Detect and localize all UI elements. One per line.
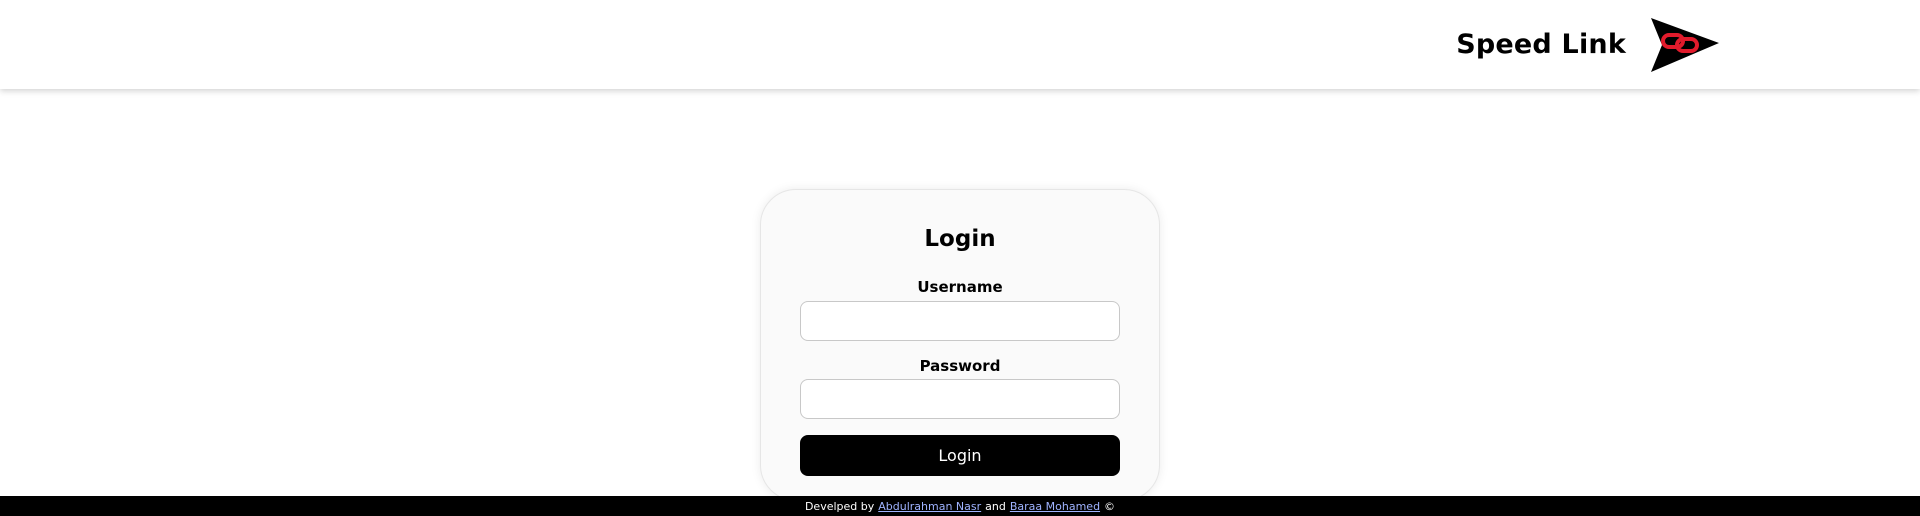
password-label: Password <box>919 357 1001 375</box>
author-link-abdulrahman[interactable]: Abdulrahman Nasr <box>878 500 981 513</box>
footer: Develped by Abdulrahman Nasr and Baraa M… <box>0 496 1920 516</box>
top-header: Speed Link <box>0 0 1920 89</box>
login-title: Login <box>924 226 996 252</box>
arrow-chain-link-icon <box>1651 17 1719 72</box>
brand[interactable]: Speed Link <box>1456 0 1720 89</box>
footer-connector: and <box>985 499 1006 513</box>
password-input[interactable] <box>800 379 1120 419</box>
login-card: Login Username Password Login <box>760 189 1160 501</box>
brand-name: Speed Link <box>1456 29 1626 60</box>
login-button[interactable]: Login <box>800 435 1120 476</box>
copyright-symbol: © <box>1104 499 1116 513</box>
username-input[interactable] <box>800 301 1120 341</box>
footer-prefix: Develped by <box>804 499 875 513</box>
author-link-baraa[interactable]: Baraa Mohamed <box>1010 500 1100 513</box>
username-label: Username <box>917 278 1003 296</box>
